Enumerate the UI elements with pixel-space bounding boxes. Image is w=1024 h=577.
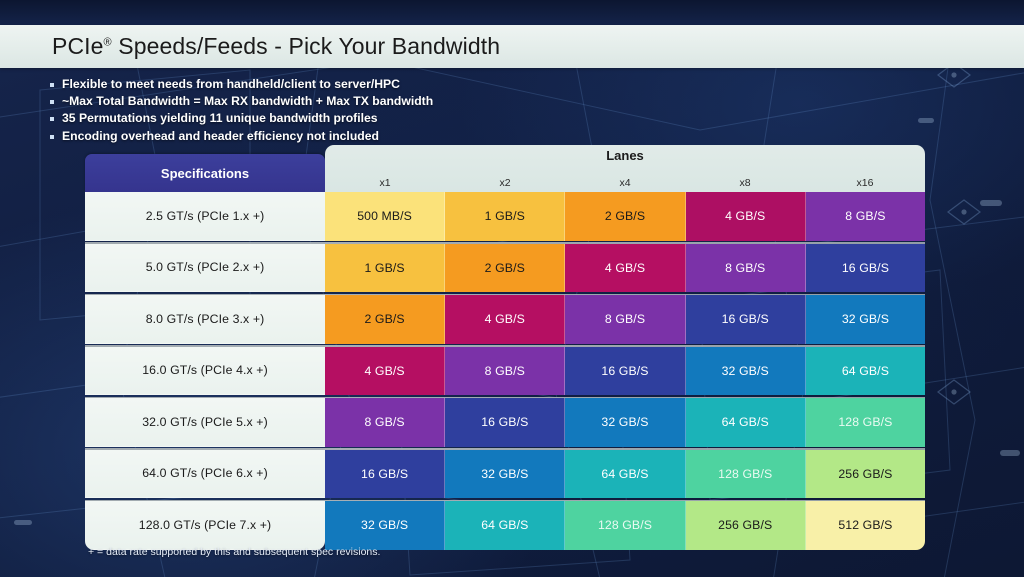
row-values: 1 GB/S 2 GB/S 4 GB/S 8 GB/S 16 GB/S — [325, 243, 926, 292]
bandwidth-cell: 16 GB/S — [325, 449, 446, 498]
bandwidth-cell: 4 GB/S — [565, 243, 686, 292]
bandwidth-cell: 4 GB/S — [325, 346, 446, 395]
row-label-spec: 16.0 GT/s (PCIe 4.x +) — [85, 346, 325, 395]
footnote: + = data rate supported by this and subs… — [88, 546, 381, 558]
bullet-text: ~Max Total Bandwidth = Max RX bandwidth … — [62, 94, 434, 109]
bandwidth-cell: 512 GB/S — [805, 501, 926, 550]
title-brand: PCIe — [52, 33, 104, 59]
table-row: 8.0 GT/s (PCIe 3.x +) 2 GB/S 4 GB/S 8 GB/S 1… — [85, 295, 926, 344]
row-label-spec: 32.0 GT/s (PCIe 5.x +) — [85, 398, 325, 447]
row-label-spec: 2.5 GT/s (PCIe 1.x +) — [85, 192, 325, 241]
table-row: 16.0 GT/s (PCIe 4.x +) 4 GB/S 8 GB/S 16 GB/… — [85, 346, 926, 395]
row-values: 2 GB/S 4 GB/S 8 GB/S 16 GB/S 32 GB/S — [325, 295, 926, 344]
table-row: 128.0 GT/s (PCIe 7.x +) 32 GB/S 64 GB/S 128… — [85, 501, 926, 550]
lane-column-labels: x1 x2 x4 x8 x16 — [325, 177, 925, 189]
column-header-x1: x1 — [379, 177, 391, 189]
table-row: 2.5 GT/s (PCIe 1.x +) 500 MB/S 1 GB/S 2 GB/… — [85, 192, 926, 241]
bandwidth-cell: 16 GB/S — [445, 398, 566, 447]
registered-trademark-icon: ® — [103, 36, 112, 49]
bandwidth-cell: 32 GB/S — [325, 501, 446, 550]
bandwidth-cell: 2 GB/S — [445, 243, 566, 292]
list-item: Flexible to meet needs from handheld/cli… — [50, 78, 433, 90]
row-values: 8 GB/S 16 GB/S 32 GB/S 64 GB/S 128 GB/S — [325, 398, 926, 447]
table-row: 64.0 GT/s (PCIe 6.x +) 16 GB/S 32 GB/S 64 G… — [85, 449, 926, 498]
bullet-list: Flexible to meet needs from handheld/cli… — [50, 78, 433, 147]
bullet-square-icon — [50, 134, 54, 139]
bandwidth-cell: 256 GB/S — [685, 501, 806, 550]
bandwidth-cell: 128 GB/S — [565, 501, 686, 550]
list-item: Encoding overhead and header efficiency … — [50, 128, 433, 143]
bandwidth-cell: 8 GB/S — [445, 346, 566, 395]
bandwidth-cell: 32 GB/S — [565, 398, 686, 447]
bandwidth-cell: 128 GB/S — [805, 398, 926, 447]
row-label-spec: 5.0 GT/s (PCIe 2.x +) — [85, 243, 325, 292]
table-row: 5.0 GT/s (PCIe 2.x +) 1 GB/S 2 GB/S 4 GB/S 8… — [85, 243, 926, 292]
column-header-specifications: Specifications — [85, 154, 325, 192]
bandwidth-cell: 32 GB/S — [445, 449, 566, 498]
bandwidth-cell: 16 GB/S — [565, 346, 686, 395]
list-item: 35 Permutations yielding 11 unique bandw… — [50, 111, 433, 126]
bullet-text: Flexible to meet needs from handheld/cli… — [62, 77, 400, 91]
bandwidth-cell: 4 GB/S — [445, 295, 566, 344]
row-values: 16 GB/S 32 GB/S 64 GB/S 128 GB/S 256 GB/S — [325, 449, 926, 498]
column-header-x4: x4 — [619, 177, 631, 189]
bullet-square-icon — [50, 83, 54, 87]
lanes-header-group: Lanes x1 x2 x4 x8 x16 — [325, 145, 925, 192]
bandwidth-cell: 64 GB/S — [565, 449, 686, 498]
bandwidth-cell: 2 GB/S — [325, 295, 446, 344]
bandwidth-cell: 16 GB/S — [685, 295, 806, 344]
bandwidth-cell: 128 GB/S — [685, 449, 806, 498]
bandwidth-cell: 8 GB/S — [325, 398, 446, 447]
bandwidth-cell: 1 GB/S — [325, 243, 446, 292]
lanes-group-label: Lanes — [606, 148, 644, 163]
table-body: 2.5 GT/s (PCIe 1.x +) 500 MB/S 1 GB/S 2 GB/… — [85, 192, 926, 550]
bandwidth-cell: 1 GB/S — [445, 192, 566, 241]
table-header: Specifications Lanes x1 x2 x4 x8 x16 — [85, 145, 925, 192]
bullet-square-icon — [50, 117, 54, 122]
bandwidth-cell: 500 MB/S — [325, 192, 446, 241]
top-strip — [0, 0, 1024, 25]
list-item: ~Max Total Bandwidth = Max RX bandwidth … — [50, 95, 433, 107]
bandwidth-cell: 8 GB/S — [805, 192, 926, 241]
title-banner: PCIe® Speeds/Feeds - Pick Your Bandwidth — [0, 25, 1024, 68]
column-header-x16: x16 — [856, 177, 874, 189]
row-values: 4 GB/S 8 GB/S 16 GB/S 32 GB/S 64 GB/S — [325, 346, 926, 395]
bullet-text: 35 Permutations yielding 11 unique bandw… — [62, 111, 378, 126]
column-header-x8: x8 — [739, 177, 751, 189]
bullet-square-icon — [50, 100, 54, 105]
bandwidth-cell: 8 GB/S — [685, 243, 806, 292]
bandwidth-table: Specifications Lanes x1 x2 x4 x8 x16 2.5… — [85, 145, 926, 550]
bandwidth-cell: 32 GB/S — [805, 295, 926, 344]
bandwidth-cell: 4 GB/S — [685, 192, 806, 241]
row-values: 500 MB/S 1 GB/S 2 GB/S 4 GB/S 8 GB/S — [325, 192, 926, 241]
row-label-spec: 128.0 GT/s (PCIe 7.x +) — [85, 501, 325, 550]
bandwidth-cell: 64 GB/S — [445, 501, 566, 550]
page-title: PCIe® Speeds/Feeds - Pick Your Bandwidth — [52, 33, 500, 60]
bandwidth-cell: 64 GB/S — [685, 398, 806, 447]
bandwidth-cell: 2 GB/S — [565, 192, 686, 241]
bandwidth-cell: 8 GB/S — [565, 295, 686, 344]
title-rest: Speeds/Feeds - Pick Your Bandwidth — [111, 33, 501, 59]
bandwidth-cell: 32 GB/S — [685, 346, 806, 395]
bandwidth-cell: 256 GB/S — [805, 449, 926, 498]
column-header-x2: x2 — [499, 177, 511, 189]
row-label-spec: 8.0 GT/s (PCIe 3.x +) — [85, 295, 325, 344]
row-values: 32 GB/S 64 GB/S 128 GB/S 256 GB/S 512 GB/S — [325, 501, 926, 550]
row-label-spec: 64.0 GT/s (PCIe 6.x +) — [85, 449, 325, 498]
bullet-text: Encoding overhead and header efficiency … — [62, 128, 379, 143]
bandwidth-cell: 64 GB/S — [805, 346, 926, 395]
table-row: 32.0 GT/s (PCIe 5.x +) 8 GB/S 16 GB/S 32 GB… — [85, 398, 926, 447]
bandwidth-cell: 16 GB/S — [805, 243, 926, 292]
